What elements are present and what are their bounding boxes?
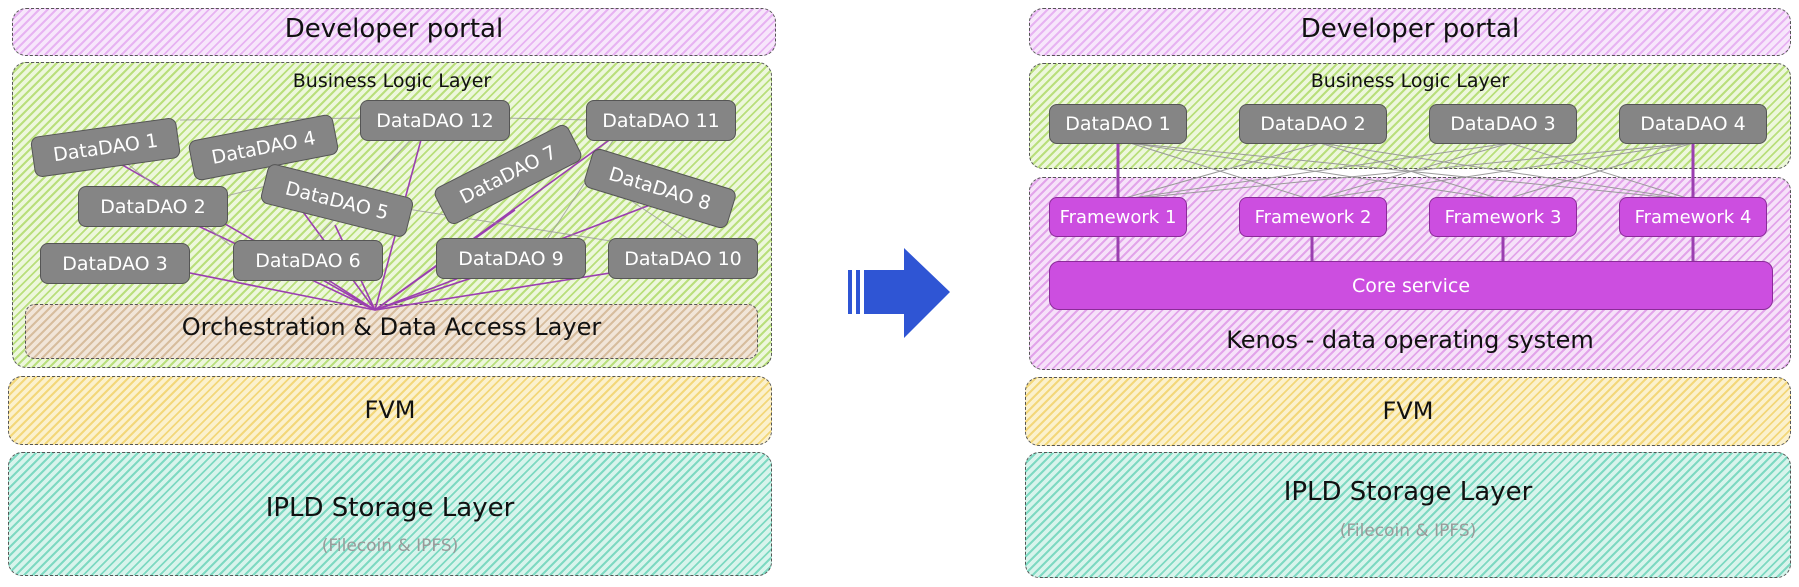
right-ipld-title: IPLD Storage Layer (1283, 477, 1533, 507)
right-ipld-subtitle: (Filecoin & IPFS) (1339, 521, 1477, 541)
right-datadao-2: DataDAO 2 (1239, 104, 1387, 144)
right-ipld-layer (1025, 452, 1791, 578)
right-fvm-label: FVM (1382, 397, 1434, 425)
right-framework-2: Framework 2 (1239, 197, 1387, 237)
right-framework-1: Framework 1 (1049, 197, 1187, 237)
right-framework-3: Framework 3 (1429, 197, 1577, 237)
right-core-service: Core service (1049, 261, 1773, 310)
right-datadao-3: DataDAO 3 (1429, 104, 1577, 144)
right-datadao-4: DataDAO 4 (1619, 104, 1767, 144)
right-framework-4: Framework 4 (1619, 197, 1767, 237)
right-datadao-1: DataDAO 1 (1049, 104, 1187, 144)
